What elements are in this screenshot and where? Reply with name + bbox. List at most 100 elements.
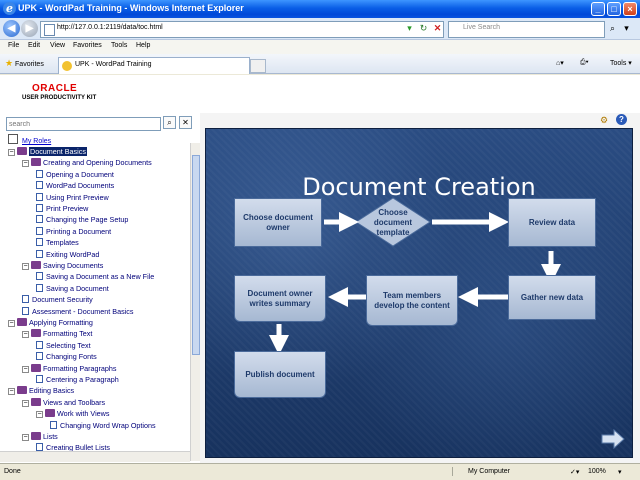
toc-topic-item[interactable]: Templates (36, 237, 79, 248)
toc-topic-item[interactable]: Saving a Document as a New File (36, 271, 154, 282)
search-icon[interactable]: ⌕ (606, 22, 619, 35)
toc-topic-item[interactable]: Printing a Document (36, 226, 111, 237)
scrollbar-thumb[interactable] (192, 155, 200, 355)
menu-edit[interactable]: Edit (28, 42, 40, 49)
page-icon (44, 24, 55, 36)
live-search-input[interactable]: Live Search (448, 21, 605, 38)
menu-view[interactable]: View (50, 42, 65, 49)
stop-icon[interactable]: ✕ (431, 22, 444, 35)
zoom-menu-icon[interactable]: ▾ (618, 468, 622, 476)
toc-module-item[interactable]: − Work with Views (36, 408, 109, 419)
expand-collapse-icon[interactable]: − (22, 263, 29, 270)
forward-button[interactable]: ▶ (21, 20, 38, 37)
status-text: Done (4, 468, 21, 475)
topic-icon (36, 238, 43, 247)
book-icon (31, 432, 41, 440)
toc-search-input[interactable] (7, 118, 160, 130)
my-roles-checkbox[interactable] (8, 134, 18, 144)
home-icon[interactable]: ⌂▾ (556, 59, 564, 67)
topic-icon (36, 375, 43, 383)
close-button[interactable]: × (623, 2, 637, 16)
toc-clear-search-icon[interactable]: ✕ (179, 116, 192, 129)
expand-collapse-icon[interactable]: − (8, 320, 15, 327)
toc-topic-item[interactable]: Selecting Text (36, 340, 91, 351)
toc-module-item[interactable]: − Formatting Paragraphs (22, 363, 117, 374)
toc-item-label: Saving Documents (43, 261, 104, 270)
gather-data-box: Gather new data (508, 275, 596, 320)
my-roles[interactable]: My Roles (8, 134, 51, 145)
topic-icon (36, 169, 43, 178)
toc-topic-item[interactable]: WordPad Documents (36, 180, 114, 191)
my-roles-link[interactable]: My Roles (22, 138, 51, 145)
toc-module-item[interactable]: − Formatting Text (22, 328, 92, 339)
toc-tree: − Document Basics − Creating and Opening Do… (0, 146, 190, 458)
book-icon (17, 318, 27, 326)
back-button[interactable]: ◀ (3, 20, 20, 37)
oracle-logo: ORACLE (32, 83, 78, 94)
internet-explorer-icon: e (3, 2, 16, 15)
next-slide-arrow-icon[interactable] (600, 429, 626, 449)
menu-file[interactable]: File (8, 42, 19, 49)
toc-module-item[interactable]: − Document Basics (8, 146, 87, 157)
toc-module-item[interactable]: − Lists (22, 431, 58, 442)
toc-item-label: Formatting Paragraphs (43, 363, 117, 373)
menu-favorites[interactable]: Favorites (73, 42, 102, 49)
toc-topic-item[interactable]: Assessment - Document Basics (22, 306, 133, 317)
toc-topic-item[interactable]: Document Security (22, 294, 93, 305)
print-icon[interactable]: ⎙▾ (580, 59, 589, 67)
expand-collapse-icon[interactable]: − (22, 399, 29, 407)
toc-item-label: Creating and Opening Documents (43, 158, 152, 168)
expand-collapse-icon[interactable]: − (8, 149, 15, 156)
window-title: UPK - WordPad Training - Windows Interne… (18, 3, 244, 13)
refresh-icon[interactable]: ↻ (417, 22, 430, 35)
menu-tools[interactable]: Tools (111, 42, 127, 49)
toc-topic-item[interactable]: Changing Word Wrap Options (50, 420, 156, 431)
choose-template-label: Choose document template (373, 208, 413, 237)
tab-title: UPK - WordPad Training (75, 61, 152, 68)
expand-collapse-icon[interactable]: − (22, 365, 29, 373)
search-options-icon[interactable]: ▾ (620, 22, 633, 35)
expand-collapse-icon[interactable]: − (22, 160, 29, 168)
expand-collapse-icon[interactable]: − (22, 434, 29, 441)
toc-item-label: Opening a Document (46, 169, 114, 179)
toc-search-icon[interactable]: ⌕ (163, 116, 176, 129)
expand-collapse-icon[interactable]: − (8, 388, 15, 396)
minimize-button[interactable]: _ (591, 2, 605, 16)
expand-collapse-icon[interactable]: − (36, 411, 43, 419)
address-field[interactable]: http://127.0.0.1:2119/data/toc.html (40, 21, 444, 38)
menu-help[interactable]: Help (136, 42, 150, 49)
toc-topic-item[interactable]: Saving a Document (36, 283, 109, 294)
zoom-level[interactable]: 100% (588, 468, 606, 475)
toc-horizontal-scrollbar[interactable] (0, 451, 190, 462)
team-develop-box: Team members develop the content (366, 275, 458, 326)
toc-search-field[interactable] (6, 117, 161, 131)
toc-item-label: WordPad Documents (46, 181, 115, 191)
toc-topic-item[interactable]: Opening a Document (36, 169, 114, 180)
toc-item-label: Centering a Paragraph (46, 375, 119, 384)
toc-module-item[interactable]: − Saving Documents (22, 260, 103, 271)
toc-topic-item[interactable]: Exiting WordPad (36, 249, 99, 260)
live-search-placeholder: Live Search (463, 24, 500, 31)
toc-pane: ⌕ ✕ My Roles −Document Basics−Creating a… (0, 113, 201, 463)
tab-favicon-icon (62, 61, 72, 71)
favorites-button[interactable]: ★ Favorites (5, 58, 44, 69)
expand-collapse-icon[interactable]: − (22, 331, 29, 339)
toc-topic-item[interactable]: Print Preview (36, 203, 88, 214)
toc-topic-item[interactable]: Changing the Page Setup (36, 214, 128, 225)
toc-topic-item[interactable]: Changing Fonts (36, 351, 97, 362)
help-icon[interactable]: ? (616, 114, 627, 125)
settings-icon[interactable]: ⚙ (600, 115, 608, 126)
browser-tab[interactable]: UPK - WordPad Training (58, 57, 250, 74)
topic-icon (36, 340, 43, 349)
toc-topic-item[interactable]: Centering a Paragraph (36, 374, 119, 385)
toc-topic-item[interactable]: Using Print Preview (36, 192, 109, 203)
new-tab-button[interactable] (250, 59, 266, 73)
toc-module-item[interactable]: − Creating and Opening Documents (22, 157, 152, 168)
toc-module-item[interactable]: − Editing Basics (8, 385, 74, 396)
toc-item-label: Printing a Document (46, 226, 112, 236)
maximize-button[interactable]: □ (607, 2, 621, 16)
tools-menu[interactable]: Tools ▾ (610, 59, 632, 67)
toc-module-item[interactable]: − Views and Toolbars (22, 397, 105, 408)
toc-module-item[interactable]: − Applying Formatting (8, 317, 93, 328)
compatibility-icon[interactable]: ▾ (403, 22, 416, 35)
